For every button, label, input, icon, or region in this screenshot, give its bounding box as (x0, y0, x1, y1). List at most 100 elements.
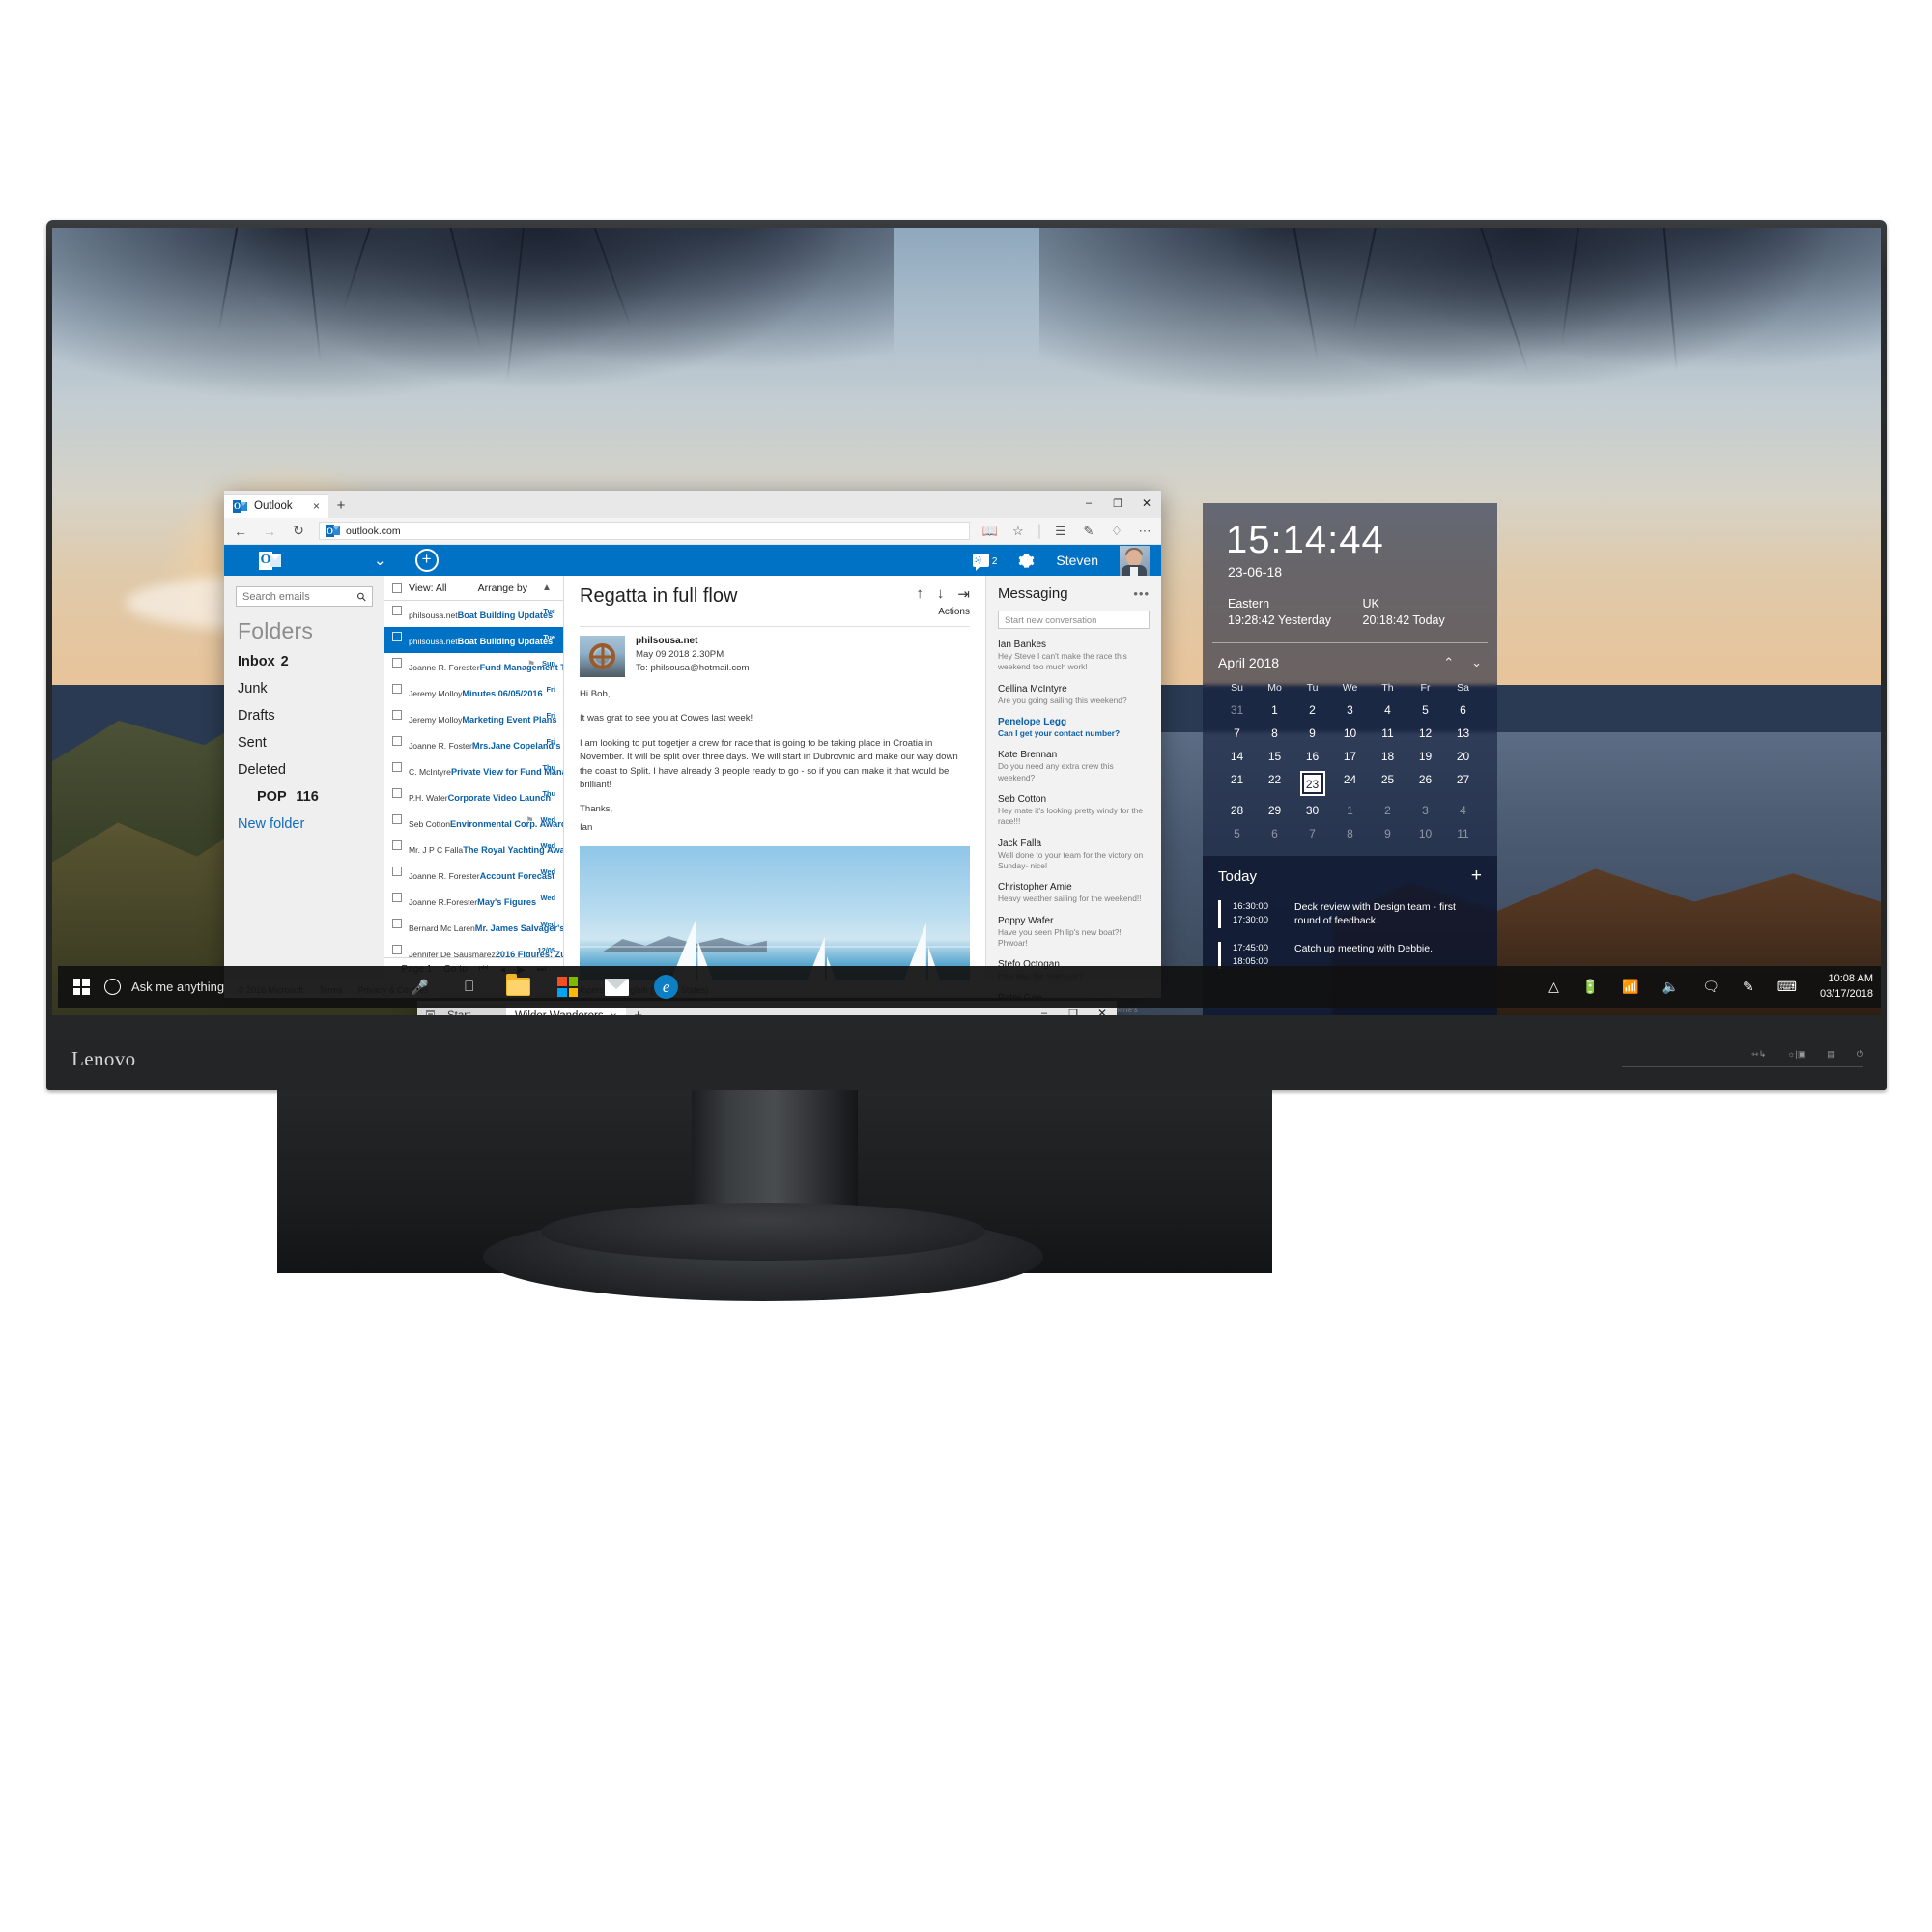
monitor-osd-buttons[interactable]: ⇿↳ ☼|▣ ▤ ⏻ (1751, 1049, 1863, 1060)
flag-icon[interactable]: ⚑ (526, 814, 533, 826)
calendar-day[interactable]: 19 (1406, 750, 1444, 763)
calendar-grid[interactable]: Su Mo Tu We Th Fr Sa 31 1 2 3 4 5 6 7 8 9 10 11 12 13 14 15 16 1… (1218, 682, 1482, 840)
message-list[interactable]: philsousa.netBoat Building Updates Tue phi… (384, 601, 563, 957)
message-checkbox[interactable] (392, 632, 402, 641)
calendar-day[interactable]: 11 (1369, 726, 1406, 740)
calendar-day[interactable]: 8 (1331, 827, 1369, 840)
arrange-by-button[interactable]: Arrange by (478, 582, 527, 594)
message-checkbox[interactable] (392, 736, 402, 746)
wifi-icon[interactable]: 📶 (1622, 979, 1638, 995)
calendar-day[interactable]: 24 (1331, 773, 1369, 794)
calendar-day[interactable]: 2 (1369, 804, 1406, 817)
calendar-day[interactable]: 27 (1444, 773, 1482, 794)
clock-calendar-widget[interactable]: 15:14:44 23-06-18 Eastern 19:28:42 Yeste… (1203, 503, 1497, 1015)
calendar-day[interactable]: 31 (1218, 703, 1256, 717)
maximize-icon[interactable]: ❐ (1103, 491, 1132, 516)
message-list-item[interactable]: philsousa.netBoat Building Updates Tue (384, 627, 563, 653)
outlook-browser-toolbar[interactable]: ← → ↻ O outlook.com 📖 ☆ | ☰ ✎ ♢ ⋯ (224, 518, 1161, 545)
close-icon[interactable]: ✕ (1132, 491, 1161, 516)
folder-list[interactable]: Inbox 2 Junk Drafts Sent Deleted (236, 654, 373, 778)
message-checkbox[interactable] (392, 945, 402, 954)
outlook-titlebar[interactable]: O Outlook × + – ❐ ✕ (224, 491, 1161, 518)
taskbar[interactable]: Ask me anything 🎤 ⎕ e △ 🔋 📶 🔈 🗨 ✎ ⌨ 10:0… (58, 966, 1881, 1008)
calendar-day[interactable]: 15 (1256, 750, 1293, 763)
web-note-icon[interactable]: ✎ (1080, 523, 1097, 540)
message-checkbox[interactable] (392, 658, 402, 668)
search-input[interactable]: Search emails ⚲ (236, 586, 373, 607)
outlook-tab[interactable]: O Outlook × (224, 494, 328, 518)
share-icon[interactable]: ♢ (1108, 523, 1125, 540)
system-tray[interactable]: △ 🔋 📶 🔈 🗨 ✎ ⌨ 10:08 AM 03/17/2018 (1548, 972, 1881, 1003)
add-event-button[interactable]: + (1471, 866, 1482, 887)
calendar-day-today[interactable]: 23 (1293, 773, 1331, 794)
message-list-item[interactable]: Jeremy MolloyMinutes 06/05/2016 Fri (384, 679, 563, 705)
message-list-item[interactable]: Joanne R. ForesterAccount Forecast Wed (384, 862, 563, 888)
calendar-day[interactable]: 13 (1444, 726, 1482, 740)
calendar-day[interactable]: 6 (1444, 703, 1482, 717)
new-conversation-input[interactable]: Start new conversation (998, 611, 1150, 629)
conversation-item[interactable]: Poppy Wafer Have you seen Philip's new bo… (998, 916, 1150, 950)
back-arrow-icon[interactable]: ← (232, 523, 249, 540)
chevron-down-icon[interactable]: ⌄ (1471, 655, 1482, 670)
forward-icon[interactable]: ⇥ (957, 585, 970, 603)
calendar-day[interactable]: 14 (1218, 750, 1256, 763)
calendar-day[interactable]: 28 (1218, 804, 1256, 817)
user-name[interactable]: Steven (1056, 553, 1098, 568)
calendar-day[interactable]: 1 (1331, 804, 1369, 817)
message-checkbox[interactable] (392, 762, 402, 772)
flag-icon[interactable]: ⚑ (527, 658, 535, 669)
actions-label[interactable]: Actions (938, 607, 970, 617)
microsoft-store-icon[interactable] (555, 975, 580, 999)
calendar-day[interactable]: 10 (1406, 827, 1444, 840)
message-list-item[interactable]: philsousa.netBoat Building Updates Tue (384, 601, 563, 627)
sidebar-item-sent[interactable]: Sent (238, 735, 373, 751)
chevron-down-icon[interactable]: ⌄ (374, 552, 386, 569)
refresh-icon[interactable]: ↻ (290, 523, 307, 540)
new-folder-button[interactable]: New folder (238, 816, 373, 832)
calendar-day[interactable]: 4 (1444, 804, 1482, 817)
conversation-item[interactable]: Christopher Amie Heavy weather sailing fo… (998, 882, 1150, 904)
message-checkbox[interactable] (392, 788, 402, 798)
calendar-day[interactable]: 22 (1256, 773, 1293, 794)
conversation-item[interactable]: Ian Bankes Hey Steve I can't make the rac… (998, 639, 1150, 673)
keyboard-icon[interactable]: ⌨ (1777, 979, 1797, 995)
message-checkbox[interactable] (392, 684, 402, 694)
agenda-event[interactable]: 17:45:00 18:05:00 Catch up meeting with De… (1218, 941, 1482, 969)
view-filter-label[interactable]: View: All (409, 582, 447, 594)
reply-all-icon[interactable]: ↓ (937, 585, 945, 603)
conversation-list[interactable]: Ian Bankes Hey Steve I can't make the rac… (998, 639, 1150, 1015)
calendar-day[interactable]: 21 (1218, 773, 1256, 794)
message-list-item[interactable]: P.H. WaferCorporate Video Launch Thu (384, 783, 563, 810)
calendar-day[interactable]: 3 (1406, 804, 1444, 817)
message-list-item[interactable]: Seb CottonEnvironmental Corp. Awards ⚑ Wed (384, 810, 563, 836)
calendar-day[interactable]: 1 (1256, 703, 1293, 717)
message-checkbox[interactable] (392, 867, 402, 876)
calendar-day[interactable]: 10 (1331, 726, 1369, 740)
close-icon[interactable]: × (313, 500, 320, 512)
sidebar-item-junk[interactable]: Junk (238, 681, 373, 696)
reply-icon[interactable]: ↑ (916, 585, 923, 603)
menu-icon[interactable]: ▤ (1827, 1049, 1835, 1060)
edge-icon[interactable]: e (654, 975, 679, 999)
mail-icon[interactable] (605, 975, 630, 999)
agenda-event[interactable]: 16:30:00 17:30:00 Deck review with Design … (1218, 900, 1482, 928)
power-icon[interactable]: ⏻ (1857, 1049, 1863, 1060)
outlook-window[interactable]: O Outlook × + – ❐ ✕ ← → ↻ O outlook.com (224, 491, 1161, 1014)
folder-item-pop[interactable]: POP 116 (257, 789, 373, 805)
calendar-day[interactable]: 30 (1293, 804, 1331, 817)
cortana-search[interactable]: Ask me anything (104, 979, 224, 995)
messages-badge[interactable]: :-) 2 (972, 554, 997, 571)
action-center-icon[interactable]: 🗨 (1702, 979, 1719, 995)
calendar-day[interactable]: 12 (1406, 726, 1444, 740)
file-explorer-icon[interactable] (506, 974, 531, 999)
reading-pane-actions[interactable]: ↑ ↓ ⇥ Actions (916, 585, 970, 617)
calendar-day[interactable]: 11 (1444, 827, 1482, 840)
outlook-window-controls[interactable]: – ❐ ✕ (1074, 491, 1161, 516)
calendar-day[interactable]: 8 (1256, 726, 1293, 740)
microphone-icon[interactable]: 🎤 (408, 975, 432, 999)
new-tab-button[interactable]: + (328, 494, 354, 518)
gear-icon[interactable] (1018, 553, 1035, 569)
show-hidden-icons[interactable]: △ (1548, 979, 1559, 995)
message-list-item[interactable]: Mr. J P C FallaThe Royal Yachting Awards… (384, 836, 563, 862)
sidebar-item-drafts[interactable]: Drafts (238, 708, 373, 724)
